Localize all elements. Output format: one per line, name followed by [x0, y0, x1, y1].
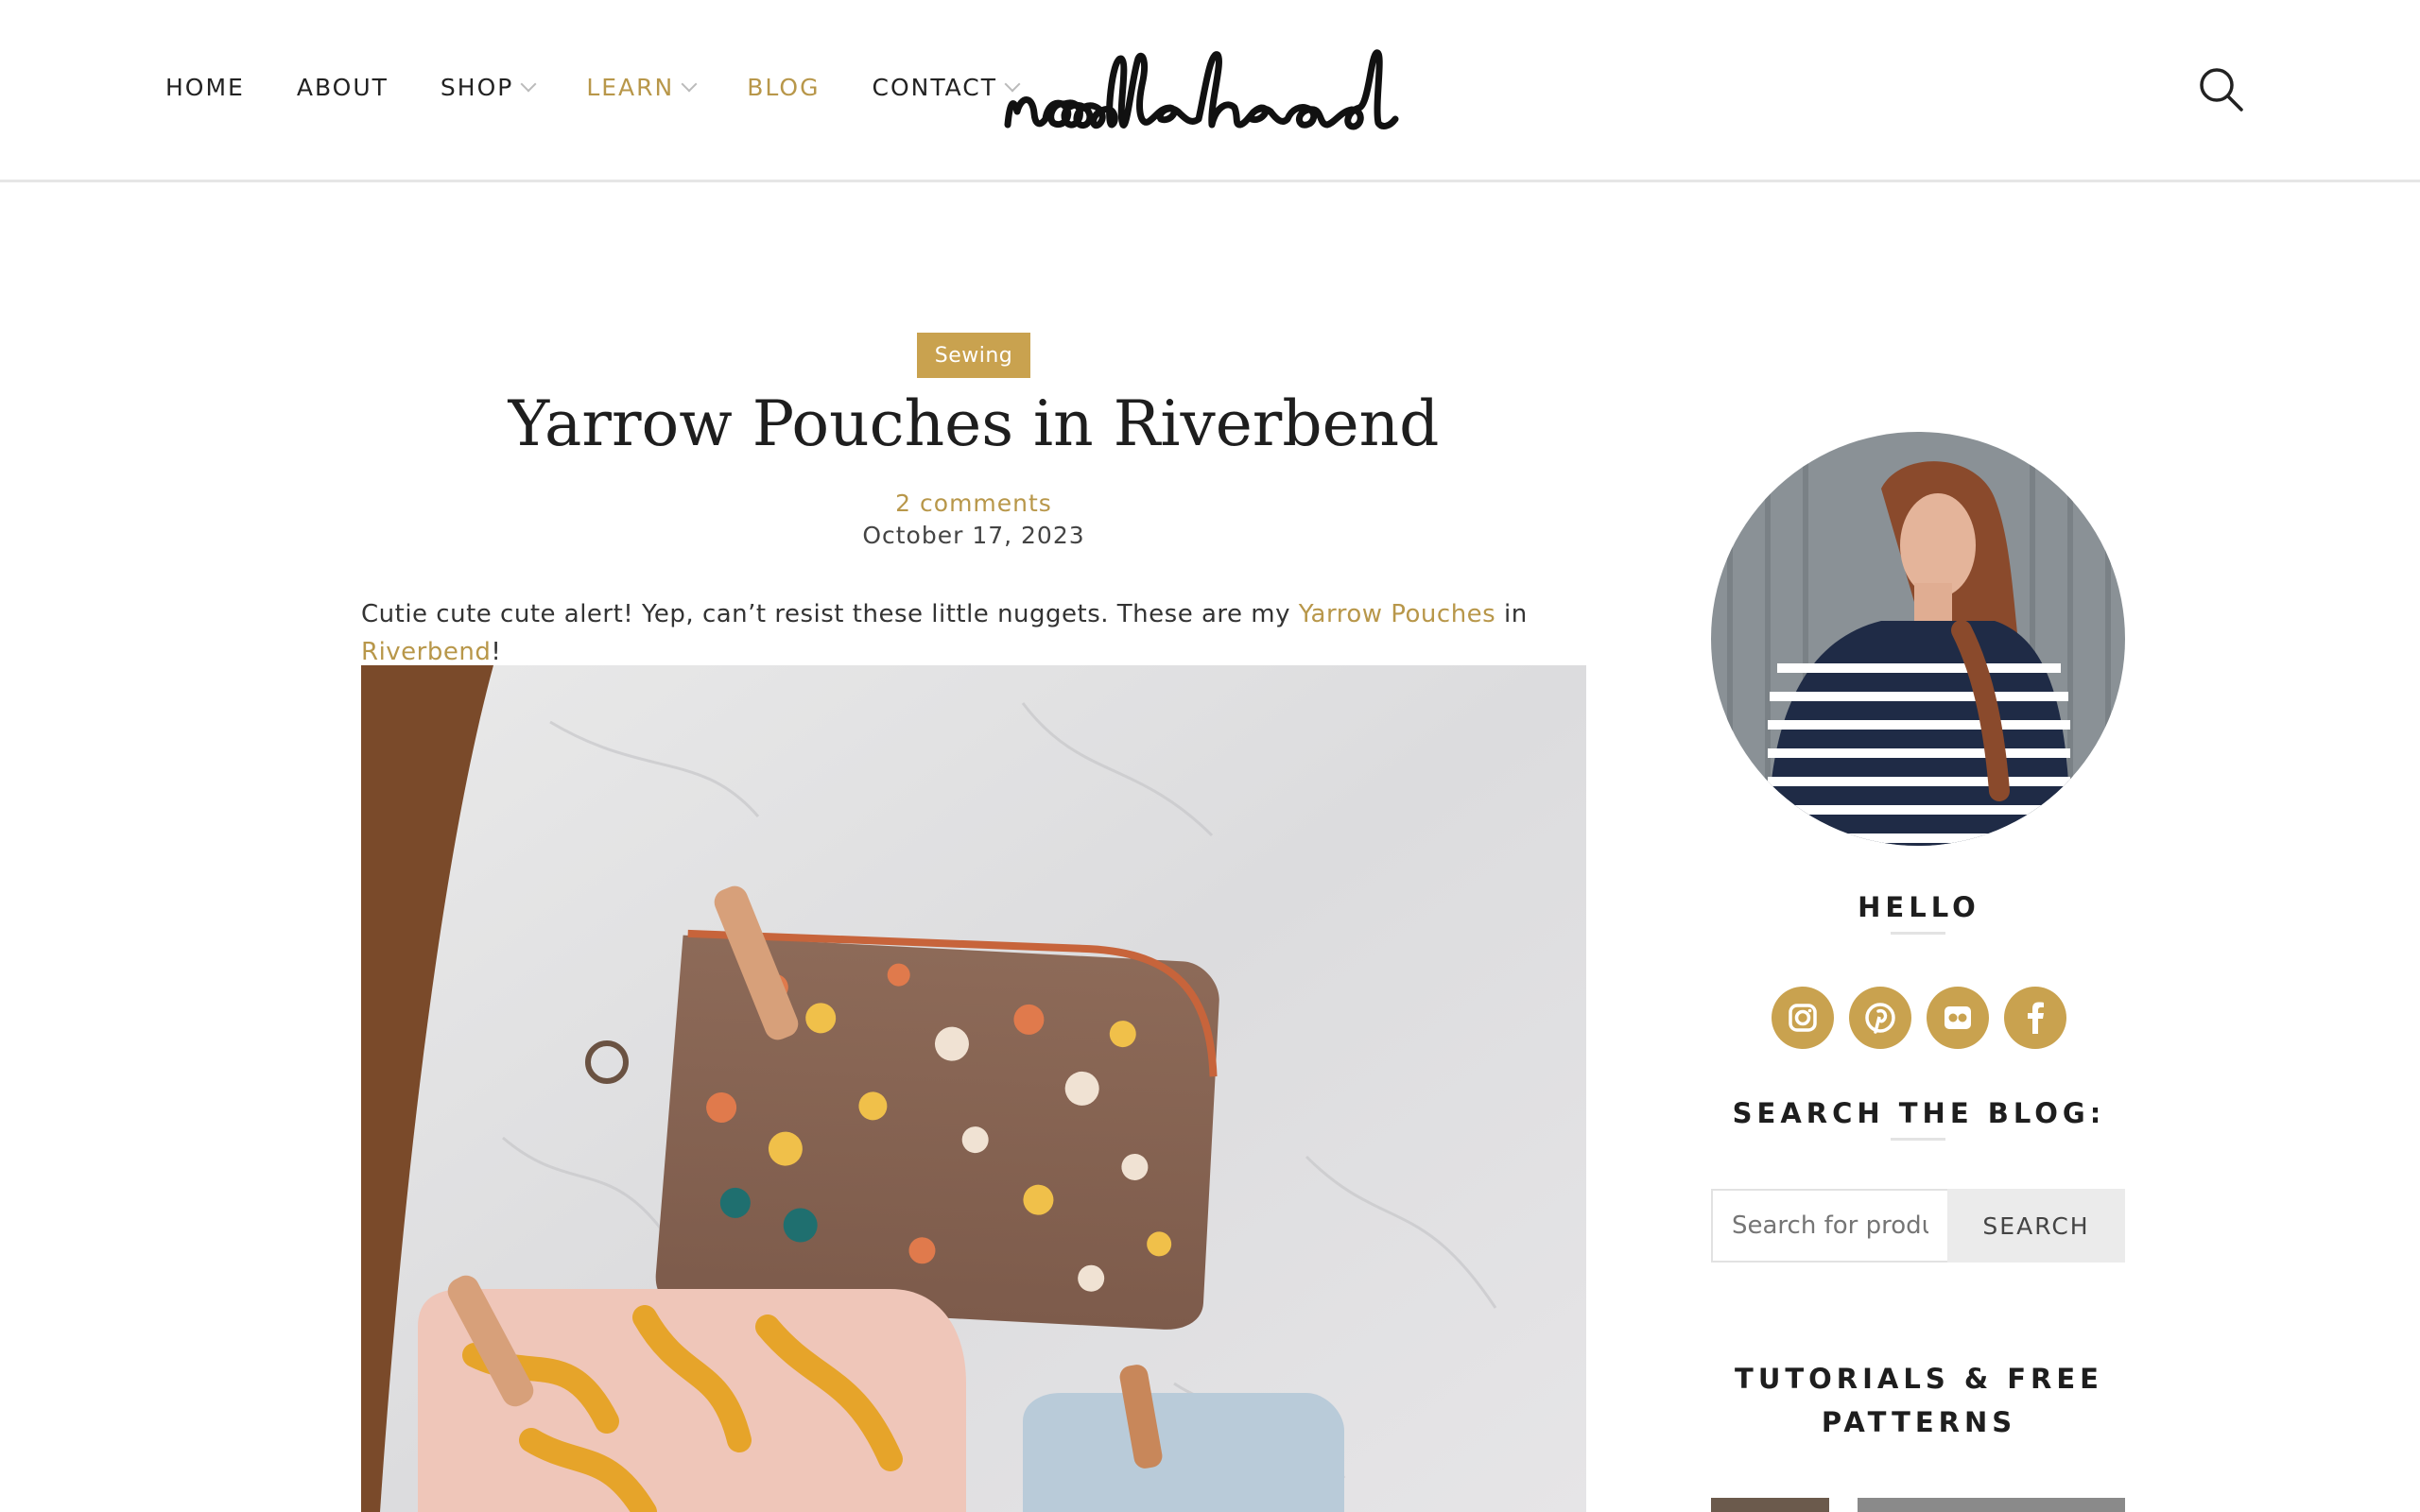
pinterest-icon	[1865, 1003, 1895, 1034]
author-photo	[1711, 432, 2125, 846]
site-logo[interactable]	[1000, 38, 1426, 142]
nav-shop-label: SHOP	[440, 74, 514, 101]
hello-title: HELLO	[1858, 891, 1980, 923]
blog-search-button[interactable]: SEARCH	[1947, 1189, 2125, 1263]
tutorials-title: TUTORIALS & FREE PATTERNS	[1692, 1357, 2146, 1444]
category-badge[interactable]: Sewing	[917, 333, 1030, 378]
site-header: HOME ABOUT SHOP LEARN BLOG CONTACT	[0, 0, 2420, 182]
flickr-button[interactable]	[1927, 987, 1989, 1049]
hello-divider	[1891, 932, 1945, 935]
intro-text-mid: in	[1495, 600, 1528, 628]
nav-blog-label: BLOG	[747, 74, 821, 101]
nav-learn[interactable]: LEARN	[586, 74, 698, 101]
facebook-icon	[2028, 1002, 2044, 1034]
chevron-down-icon	[520, 76, 537, 92]
instagram-icon	[1789, 1004, 1817, 1032]
intro-text-end: !	[491, 638, 502, 666]
search-icon	[2200, 68, 2243, 112]
post-intro: Cutie cute cute alert! Yep, can’t resist…	[361, 595, 1590, 671]
flickr-icon	[1945, 1006, 1971, 1029]
nav-about-label: ABOUT	[296, 74, 389, 101]
nav-contact[interactable]: CONTACT	[872, 74, 1021, 101]
post-title: Yarrow Pouches in Riverbend	[508, 387, 1440, 460]
category-label: Sewing	[934, 343, 1013, 368]
instagram-button[interactable]	[1772, 987, 1834, 1049]
comments-link[interactable]: 2 comments	[359, 490, 1588, 517]
author-avatar	[1711, 432, 2125, 846]
pinterest-button[interactable]	[1849, 987, 1911, 1049]
chevron-down-icon	[681, 76, 698, 92]
facebook-button[interactable]	[2004, 987, 2066, 1049]
nav-home[interactable]: HOME	[165, 74, 245, 101]
post-date: October 17, 2023	[862, 522, 1085, 549]
pouches-photo	[361, 665, 1586, 1512]
yarrow-pouches-link[interactable]: Yarrow Pouches	[1299, 600, 1495, 628]
nav-home-label: HOME	[165, 74, 245, 101]
tutorials-title-line2: PATTERNS	[1821, 1406, 2017, 1438]
search-divider	[1891, 1138, 1945, 1141]
nav-about[interactable]: ABOUT	[297, 74, 389, 101]
nav-learn-label: LEARN	[586, 74, 675, 101]
tutorial-thumbnail[interactable]	[1858, 1498, 2125, 1512]
search-widget-title: SEARCH THE BLOG:	[1732, 1097, 2106, 1129]
riverbend-link[interactable]: Riverbend	[361, 638, 491, 666]
intro-text-start: Cutie cute cute alert! Yep, can’t resist…	[361, 600, 1299, 628]
nav-shop[interactable]: SHOP	[440, 74, 537, 101]
tutorial-thumbnail[interactable]	[1711, 1498, 1829, 1512]
main-nav: HOME ABOUT SHOP LEARN BLOG CONTACT	[165, 74, 1070, 101]
noodlehead-logo-wordmark	[1004, 49, 1399, 130]
post-hero-image	[361, 665, 1586, 1512]
nav-blog[interactable]: BLOG	[747, 74, 820, 101]
header-search-button[interactable]	[2198, 66, 2245, 113]
blog-search-input[interactable]	[1711, 1189, 1947, 1263]
tutorials-title-line1: TUTORIALS & FREE	[1735, 1363, 2103, 1395]
nav-contact-label: CONTACT	[872, 74, 998, 101]
